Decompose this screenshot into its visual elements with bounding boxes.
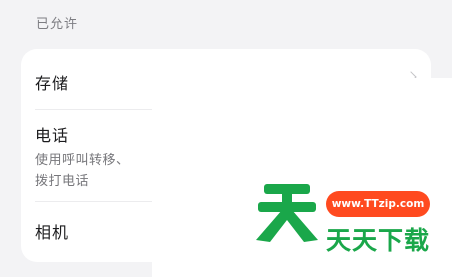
watermark-overlay: www.TTzip.com 天天下载 xyxy=(152,78,452,277)
divider xyxy=(35,201,171,202)
watermark-url: www.TTzip.com xyxy=(326,191,430,217)
divider xyxy=(35,109,171,110)
watermark-name: 天天下载 xyxy=(326,226,431,255)
watermark-logo-icon xyxy=(256,184,318,242)
section-header-allowed: 已允许 xyxy=(36,17,79,32)
